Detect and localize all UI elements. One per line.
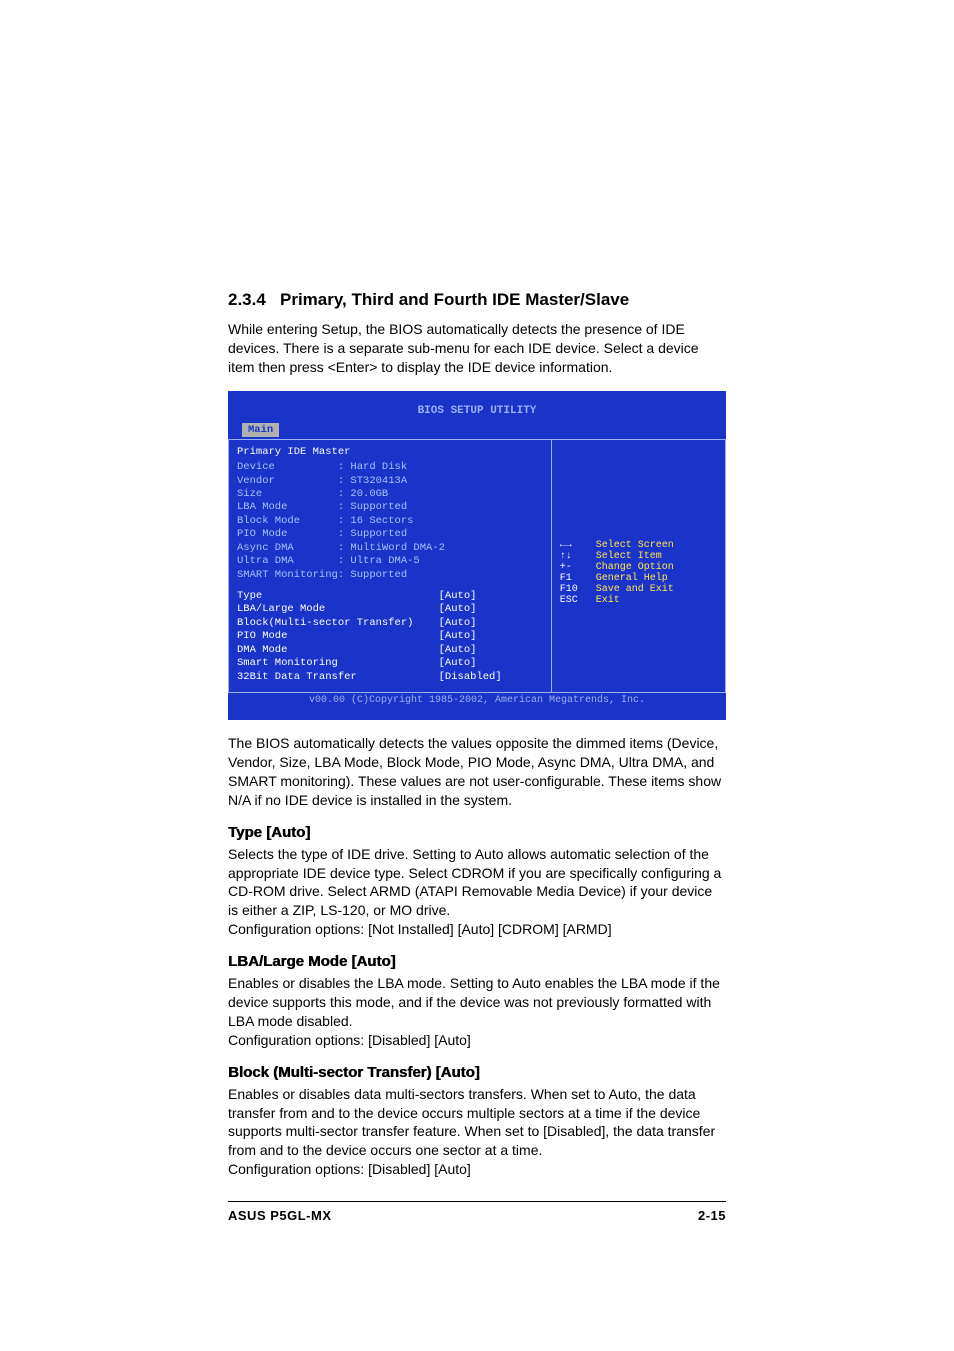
bios-help-key: ESC <box>560 595 596 606</box>
bios-help-desc: Exit <box>596 595 620 606</box>
bios-panel-title: Primary IDE Master <box>237 446 543 459</box>
bios-info-row: SMART Monitoring: Supported <box>237 569 543 582</box>
option-title: Type [Auto] <box>228 824 726 841</box>
bios-help-row: ↑↓ Select Item <box>560 551 717 562</box>
option-title: LBA/Large Mode [Auto] <box>228 953 726 970</box>
bios-help-row: ←→ Select Screen <box>560 540 717 551</box>
bios-info-row: Vendor : ST320413A <box>237 475 543 488</box>
bios-help-key: F10 <box>560 584 596 595</box>
footer-right: 2-15 <box>698 1208 726 1223</box>
after-bios-paragraph: The BIOS automatically detects the value… <box>228 734 726 810</box>
option-body: Selects the type of IDE drive. Setting t… <box>228 845 726 939</box>
section-heading: 2.3.4 Primary, Third and Fourth IDE Mast… <box>228 290 726 310</box>
bios-help-key: +- <box>560 562 596 573</box>
page: 2.3.4 Primary, Third and Fourth IDE Mast… <box>0 0 954 1223</box>
bios-option-row: Type [Auto] <box>237 590 543 603</box>
footer-left: ASUS P5GL-MX <box>228 1208 332 1223</box>
option-title: Block (Multi-sector Transfer) [Auto] <box>228 1064 726 1081</box>
bios-help-desc: Save and Exit <box>596 584 674 595</box>
bios-help-row: F1 General Help <box>560 573 717 584</box>
bios-help-list: ←→ Select Screen↑↓ Select Item+- Change … <box>560 540 717 606</box>
bios-help-desc: Select Item <box>596 551 662 562</box>
bios-info-row: Async DMA : MultiWord DMA-2 <box>237 542 543 555</box>
bios-info-row: Size : 20.0GB <box>237 488 543 501</box>
bios-info-list: Device : Hard DiskVendor : ST320413ASize… <box>237 461 543 582</box>
bios-right-panel: ←→ Select Screen↑↓ Select Item+- Change … <box>552 439 726 693</box>
bios-copyright: v00.00 (C)Copyright 1985-2002, American … <box>228 693 726 706</box>
bios-option-list: Type [Auto]LBA/Large Mode [Auto]Block(Mu… <box>237 590 543 684</box>
page-footer: ASUS P5GL-MX 2-15 <box>228 1201 726 1223</box>
bios-help-desc: General Help <box>596 573 668 584</box>
bios-info-row: PIO Mode : Supported <box>237 528 543 541</box>
option-body: Enables or disables the LBA mode. Settin… <box>228 974 726 1050</box>
bios-left-panel: Primary IDE Master Device : Hard DiskVen… <box>228 439 552 693</box>
bios-screenshot: BIOS SETUP UTILITY Main Primary IDE Mast… <box>228 391 726 720</box>
bios-info-row: Block Mode : 16 Sectors <box>237 515 543 528</box>
section-number: 2.3.4 <box>228 290 266 309</box>
bios-help-row: F10 Save and Exit <box>560 584 717 595</box>
bios-info-row: Device : Hard Disk <box>237 461 543 474</box>
bios-option-row: PIO Mode [Auto] <box>237 630 543 643</box>
options-container: Type [Auto] Selects the type of IDE drive… <box>228 824 726 1179</box>
bios-title-bar: BIOS SETUP UTILITY <box>228 405 726 419</box>
bios-help-row: +- Change Option <box>560 562 717 573</box>
bios-option-row: DMA Mode [Auto] <box>237 644 543 657</box>
bios-help-key: ↑↓ <box>560 551 596 562</box>
bios-help-row: ESC Exit <box>560 595 717 606</box>
intro-paragraph: While entering Setup, the BIOS automatic… <box>228 320 726 377</box>
bios-body: Primary IDE Master Device : Hard DiskVen… <box>228 439 726 693</box>
bios-help-desc: Change Option <box>596 562 674 573</box>
section-title-text: Primary, Third and Fourth IDE Master/Sla… <box>280 290 629 309</box>
bios-tab-row: Main <box>228 419 726 439</box>
bios-info-row: LBA Mode : Supported <box>237 501 543 514</box>
bios-help-key: F1 <box>560 573 596 584</box>
bios-info-row: Ultra DMA : Ultra DMA-5 <box>237 555 543 568</box>
bios-option-row: Block(Multi-sector Transfer) [Auto] <box>237 617 543 630</box>
option-body: Enables or disables data multi-sectors t… <box>228 1085 726 1179</box>
bios-option-row: 32Bit Data Transfer [Disabled] <box>237 671 543 684</box>
bios-option-row: LBA/Large Mode [Auto] <box>237 603 543 616</box>
bios-help-key: ←→ <box>560 540 596 551</box>
bios-help-desc: Select Screen <box>596 540 674 551</box>
bios-tab-main: Main <box>242 423 279 437</box>
bios-option-row: Smart Monitoring [Auto] <box>237 657 543 670</box>
